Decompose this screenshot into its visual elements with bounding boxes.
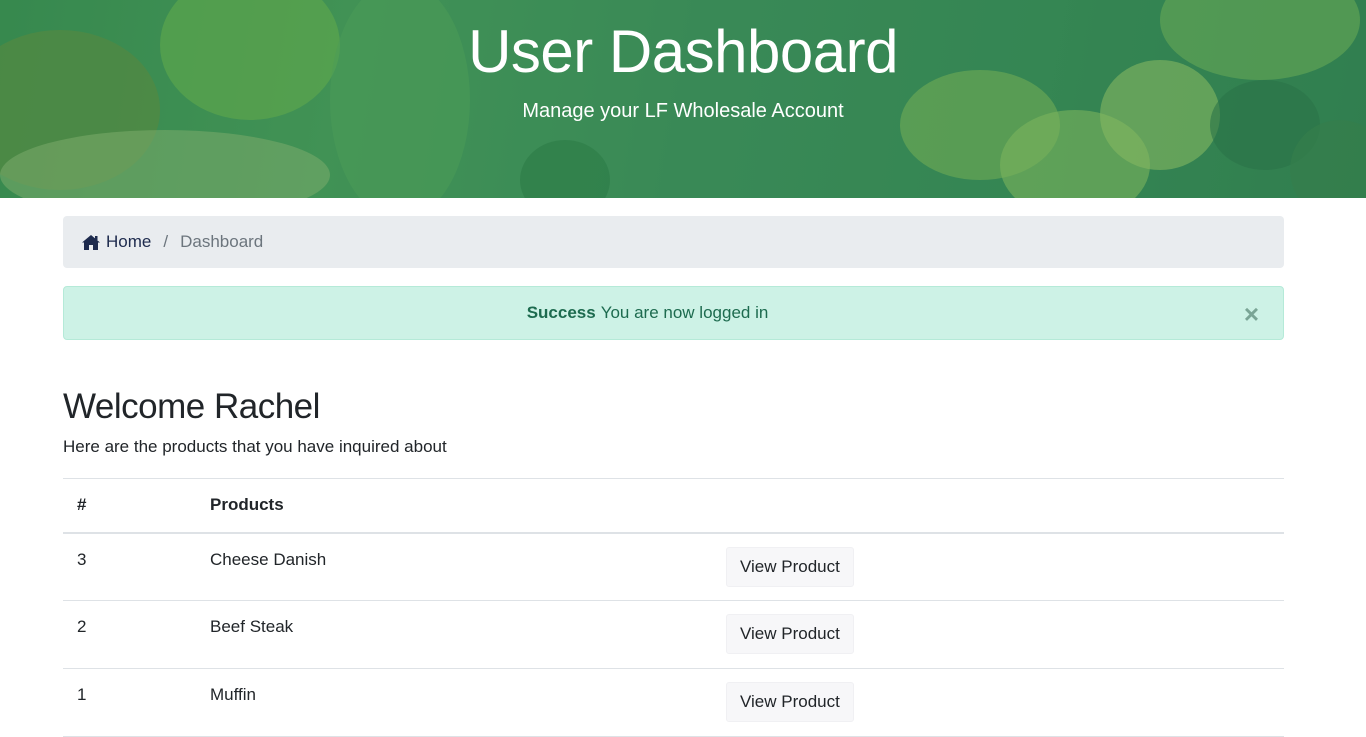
- column-header-products: Products: [210, 495, 284, 515]
- table-row: 1 Muffin View Product: [63, 669, 1284, 737]
- table-row: 2 Beef Steak View Product: [63, 601, 1284, 669]
- breadcrumb-home-link[interactable]: Home: [81, 232, 151, 252]
- row-number: 3: [77, 549, 87, 569]
- home-icon: [82, 234, 100, 250]
- column-header-number: #: [77, 495, 87, 515]
- welcome-intro: Here are the products that you have inqu…: [63, 437, 447, 456]
- success-alert: Success You are now logged in ×: [63, 286, 1284, 340]
- column-header-action: [712, 479, 1284, 533]
- row-action-cell: View Product: [712, 669, 1284, 737]
- row-product: Muffin: [210, 685, 256, 704]
- row-number: 1: [77, 685, 87, 704]
- breadcrumb-separator: /: [163, 232, 169, 251]
- row-number: 2: [77, 617, 87, 636]
- page-subtitle: Manage your LF Wholesale Account: [522, 100, 844, 122]
- row-product: Beef Steak: [210, 617, 294, 636]
- page-title: User Dashboard: [468, 18, 898, 85]
- breadcrumb-home-label: Home: [106, 232, 152, 251]
- breadcrumb-current: Dashboard: [180, 232, 264, 251]
- view-product-button[interactable]: View Product: [726, 682, 854, 722]
- row-action-cell: View Product: [712, 533, 1284, 601]
- table-header-row: # Products: [63, 478, 1284, 533]
- main-content: Home / Dashboard Success You are now log…: [63, 198, 1284, 737]
- row-action-cell: View Product: [712, 601, 1284, 669]
- view-product-button[interactable]: View Product: [726, 614, 854, 654]
- alert-strong: Success: [526, 303, 596, 322]
- welcome-heading: Welcome Rachel: [63, 387, 320, 426]
- row-product: Cheese Danish: [210, 549, 327, 569]
- table-row: 3 Cheese Danish View Product: [63, 533, 1284, 601]
- alert-close-button[interactable]: ×: [1244, 301, 1259, 327]
- breadcrumb: Home / Dashboard: [63, 216, 1284, 268]
- alert-message: You are now logged in: [600, 303, 769, 322]
- view-product-button[interactable]: View Product: [726, 546, 854, 587]
- inquiries-table: # Products 3 Cheese Danish View Product …: [63, 478, 1284, 737]
- hero-banner: User Dashboard Manage your LF Wholesale …: [0, 0, 1366, 198]
